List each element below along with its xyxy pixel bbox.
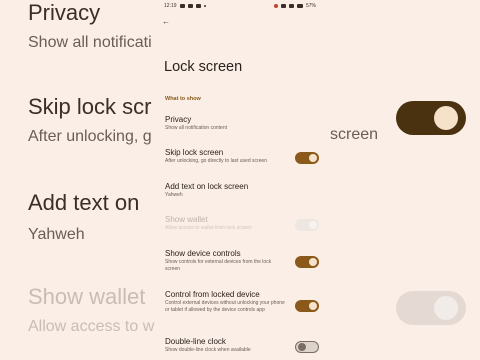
bg-privacy: Privacy Show all notificati — [28, 0, 152, 52]
setting-subtitle: Show all notification content — [165, 125, 227, 131]
show-wallet-toggle — [295, 219, 319, 231]
battery-icon — [296, 4, 303, 8]
skip-lock-screen-toggle[interactable] — [295, 152, 319, 164]
setting-privacy[interactable]: Privacy Show all notification content — [165, 115, 319, 132]
setting-title: Control from locked device — [165, 290, 260, 299]
bg-wallet-toggle — [396, 291, 466, 325]
setting-subtitle: Control external devices without unlocki… — [165, 300, 285, 313]
setting-title: Privacy — [165, 115, 192, 124]
youtube-icon — [195, 4, 201, 8]
section-header: What to show — [165, 96, 201, 102]
notification-icon — [179, 4, 185, 8]
setting-subtitle: Allow access to wallet from lock screen — [165, 225, 252, 231]
toggle-knob — [309, 302, 317, 310]
setting-subtitle: After unlocking, go directly to last use… — [165, 158, 267, 164]
signal-icon — [288, 4, 294, 8]
bg-wallet: Show wallet Allow access to w — [28, 284, 154, 336]
bg-privacy-title: Privacy — [28, 0, 101, 25]
setting-title: Add text on lock screen — [165, 182, 249, 191]
bg-skip-toggle — [396, 101, 466, 135]
bg-privacy-sub: Show all notificati — [28, 34, 152, 51]
status-time: 12:19 — [164, 3, 177, 9]
bg-addtext: Add text on Yahweh — [28, 190, 139, 244]
bg-skip-title: Skip lock scr — [28, 94, 152, 119]
bg-skip-sub: After unlocking, g — [28, 128, 152, 145]
toggle-knob — [309, 154, 317, 162]
setting-subtitle: Yahweh — [165, 192, 183, 198]
bg-wallet-title: Show wallet — [28, 284, 146, 309]
status-bar: 12:19 57% — [158, 0, 322, 12]
bg-addtext-sub: Yahweh — [28, 226, 85, 243]
setting-subtitle: Show controls for external devices from … — [165, 259, 272, 272]
more-notifications-icon — [203, 5, 206, 7]
back-arrow-icon[interactable]: ← — [162, 18, 170, 26]
bg-addtext-title: Add text on — [28, 190, 140, 215]
notification-icon — [187, 4, 193, 8]
control-from-locked-device-toggle[interactable] — [295, 300, 319, 312]
bg-wallet-sub: Allow access to w — [28, 318, 155, 335]
toggle-knob — [309, 221, 317, 229]
page-title: Lock screen — [164, 59, 243, 75]
toggle-knob — [309, 258, 317, 266]
show-device-controls-toggle[interactable] — [295, 256, 319, 268]
toggle-knob — [298, 343, 306, 351]
alert-icon — [273, 4, 278, 8]
bg-skip-sub-right: screen — [330, 126, 379, 143]
setting-subtitle: Show double-line clock when available — [165, 347, 251, 353]
bg-skip: Skip lock scr After unlocking, g — [28, 94, 152, 146]
setting-add-text[interactable]: Add text on lock screen Yahweh — [165, 182, 319, 199]
battery-percent: 57% — [305, 3, 316, 9]
wifi-icon — [280, 4, 286, 8]
double-line-clock-toggle[interactable] — [295, 341, 319, 353]
